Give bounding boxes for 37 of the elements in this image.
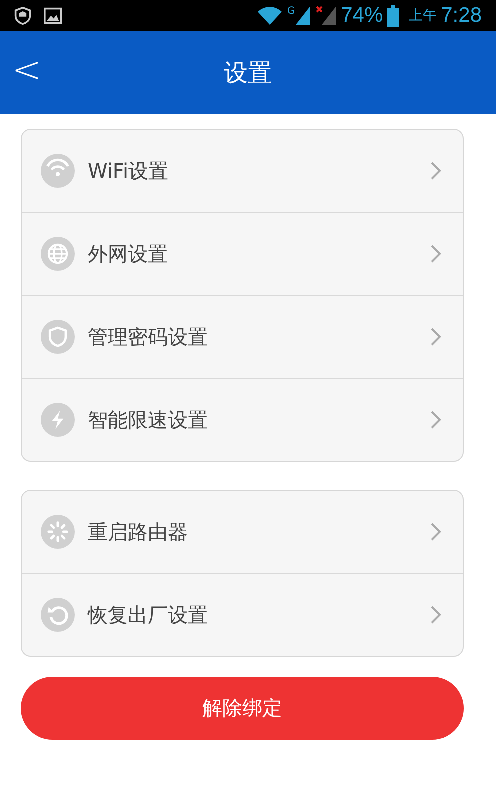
restore-icon xyxy=(41,598,75,632)
battery-percent: 74% xyxy=(341,4,384,28)
image-icon xyxy=(44,6,62,24)
item-label: WiFi设置 xyxy=(88,158,170,184)
chevron-icon xyxy=(431,328,441,346)
time-period: 上午 xyxy=(409,6,438,24)
wifi-icon xyxy=(41,154,75,188)
unbind-button[interactable]: 解除绑定 xyxy=(21,677,464,740)
chevron-icon xyxy=(431,411,441,429)
settings-item[interactable]: 重启路由器 xyxy=(22,491,463,573)
settings-item[interactable]: 智能限速设置 xyxy=(22,378,463,461)
back-button[interactable]: < xyxy=(8,53,46,89)
settings-item[interactable]: 管理密码设置 xyxy=(22,295,463,378)
shield-icon xyxy=(41,320,75,354)
page-title: 设置 xyxy=(224,58,272,88)
item-label: 管理密码设置 xyxy=(88,324,209,350)
item-label: 恢复出厂设置 xyxy=(88,602,209,628)
chevron-icon xyxy=(431,245,441,263)
battery-icon xyxy=(387,4,400,26)
settings-item[interactable]: 外网设置 xyxy=(22,212,463,295)
chevron-icon xyxy=(431,606,441,624)
globe-icon xyxy=(41,237,75,271)
item-label: 智能限速设置 xyxy=(88,406,209,434)
item-label: 外网设置 xyxy=(88,240,169,268)
wifi-icon xyxy=(257,6,284,26)
item-label: 重启路由器 xyxy=(88,518,189,546)
chevron-icon xyxy=(431,162,441,180)
signal-icon xyxy=(295,6,312,26)
network-type-label: G xyxy=(287,6,296,16)
settings-item[interactable]: 恢复出厂设置 xyxy=(22,573,463,656)
lightning-icon xyxy=(41,403,75,437)
clock-time: 7:28 xyxy=(441,4,482,28)
spinner-icon xyxy=(41,515,75,549)
chevron-icon xyxy=(431,523,441,541)
shield-icon xyxy=(14,6,32,24)
settings-item[interactable]: WiFi设置 xyxy=(22,130,463,212)
signal-icon xyxy=(315,6,338,26)
